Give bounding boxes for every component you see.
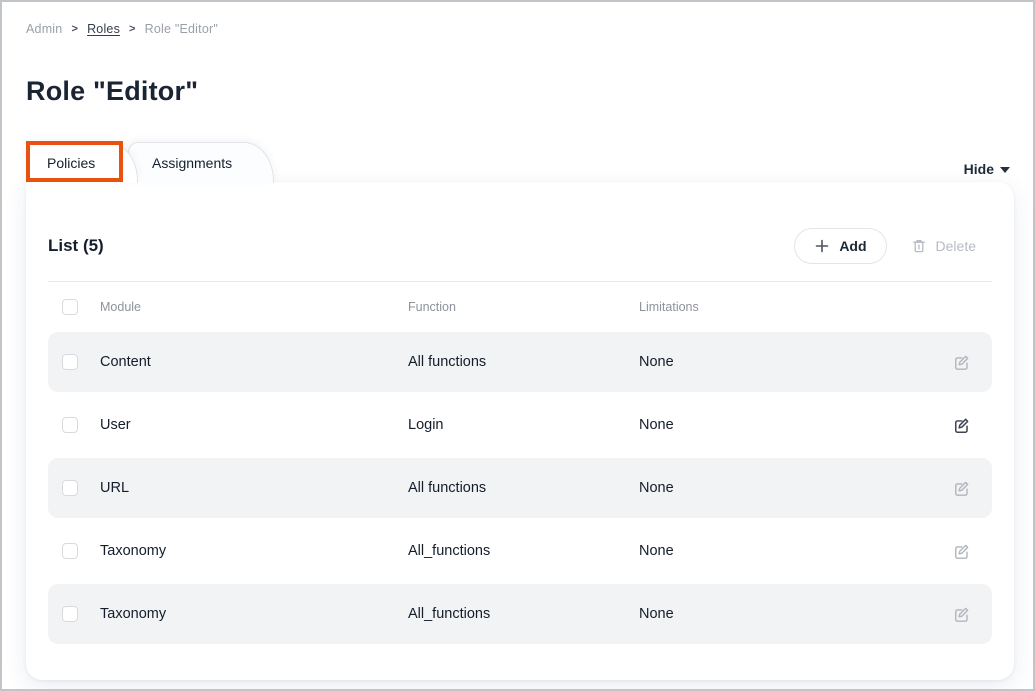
tab-policies-label: Policies: [47, 155, 95, 171]
role-editor-screen: Admin > Roles > Role "Editor" Role "Edit…: [0, 0, 1035, 691]
table-header-row: Module Function Limitations: [48, 282, 992, 332]
hide-toggle-label: Hide: [964, 161, 994, 177]
add-button[interactable]: Add: [794, 228, 886, 264]
row-checkbox[interactable]: [62, 354, 78, 370]
cell-limitations: None: [639, 606, 948, 622]
hide-toggle[interactable]: Hide: [964, 161, 1010, 177]
cell-module: URL: [100, 480, 408, 496]
list-title: List (5): [48, 236, 104, 256]
row-checkbox[interactable]: [62, 543, 78, 559]
cell-limitations: None: [639, 543, 948, 559]
edit-icon: [953, 354, 970, 371]
list-toolbar: List (5) Add Delete: [48, 210, 992, 282]
edit-row-button[interactable]: [948, 538, 974, 564]
edit-icon: [953, 543, 970, 560]
row-checkbox[interactable]: [62, 480, 78, 496]
select-all-checkbox[interactable]: [62, 299, 78, 315]
breadcrumb-separator: >: [71, 23, 78, 35]
cell-function: Login: [408, 417, 639, 433]
edit-icon: [953, 417, 970, 434]
tab-assignments-label: Assignments: [152, 155, 232, 171]
edit-row-button[interactable]: [948, 349, 974, 375]
breadcrumb-item-current: Role "Editor": [145, 22, 218, 36]
row-checkbox[interactable]: [62, 417, 78, 433]
cell-module: Content: [100, 354, 408, 370]
cell-module: User: [100, 417, 408, 433]
cell-limitations: None: [639, 354, 948, 370]
table-row: Taxonomy All_functions None: [48, 521, 992, 581]
edit-icon: [953, 480, 970, 497]
tab-policies[interactable]: Policies: [26, 142, 138, 183]
cell-limitations: None: [639, 417, 948, 433]
table-row: User Login None: [48, 395, 992, 455]
delete-button[interactable]: Delete: [911, 238, 976, 254]
breadcrumb-item-admin: Admin: [26, 22, 62, 36]
cell-function: All_functions: [408, 543, 639, 559]
column-header-limitations: Limitations: [639, 300, 948, 314]
row-checkbox[interactable]: [62, 606, 78, 622]
cell-function: All functions: [408, 354, 639, 370]
breadcrumb-link-roles[interactable]: Roles: [87, 22, 120, 36]
breadcrumb: Admin > Roles > Role "Editor": [26, 22, 218, 36]
column-header-function: Function: [408, 300, 639, 314]
table-row: Content All functions None: [48, 332, 992, 392]
cell-module: Taxonomy: [100, 543, 408, 559]
caret-down-icon: [1000, 167, 1010, 173]
delete-button-label: Delete: [936, 238, 976, 254]
page-title: Role "Editor": [26, 76, 198, 107]
table-row: URL All functions None: [48, 458, 992, 518]
cell-function: All functions: [408, 480, 639, 496]
cell-module: Taxonomy: [100, 606, 408, 622]
tab-assignments[interactable]: Assignments: [128, 142, 274, 183]
plus-icon: [814, 238, 830, 254]
edit-row-button[interactable]: [948, 412, 974, 438]
policies-table: Module Function Limitations Content All …: [48, 282, 992, 644]
edit-icon: [953, 606, 970, 623]
cell-limitations: None: [639, 480, 948, 496]
edit-row-button[interactable]: [948, 601, 974, 627]
policies-panel: List (5) Add Delete: [26, 182, 1014, 680]
cell-function: All_functions: [408, 606, 639, 622]
edit-row-button[interactable]: [948, 475, 974, 501]
breadcrumb-separator: >: [129, 23, 136, 35]
trash-icon: [911, 238, 927, 254]
table-row: Taxonomy All_functions None: [48, 584, 992, 644]
add-button-label: Add: [839, 238, 866, 254]
column-header-module: Module: [100, 300, 408, 314]
